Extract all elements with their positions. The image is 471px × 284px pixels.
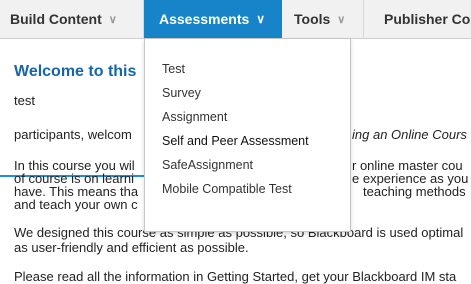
chevron-down-icon: ∨	[256, 12, 266, 26]
participants-line-right: ing an Online Cours	[352, 127, 467, 142]
para3-partial-line: Please read all the information in Getti…	[14, 269, 457, 284]
chevron-down-icon: ∨	[108, 13, 117, 26]
tools-menu-button[interactable]: Tools ∨	[282, 0, 364, 38]
welcome-heading: Welcome to this	[14, 63, 137, 80]
assessments-label: Assessments	[159, 11, 250, 27]
menu-item-survey[interactable]: Survey	[162, 86, 201, 100]
publisher-content-label: Publisher Cor	[384, 11, 471, 27]
assessments-menu-button[interactable]: Assessments ∨	[144, 0, 282, 38]
chevron-down-icon: ∨	[337, 13, 346, 26]
assessments-dropdown-menu: Test Survey Assignment Self and Peer Ass…	[144, 38, 351, 232]
menu-item-test[interactable]: Test	[162, 62, 185, 76]
menu-item-self-and-peer-assessment[interactable]: Self and Peer Assessment	[162, 134, 309, 148]
course-toolbar: Build Content ∨ Assessments ∨ Tools ∨ Pu…	[0, 0, 471, 39]
participants-line-left: participants, welcom	[14, 127, 132, 142]
menu-item-safeassignment[interactable]: SafeAssignment	[162, 158, 253, 172]
para2-line: as user-friendly and efficient as possib…	[14, 240, 249, 255]
build-content-label: Build Content	[10, 11, 102, 27]
para1-line-right: teaching methods	[363, 184, 466, 199]
tools-label: Tools	[294, 11, 331, 27]
build-content-menu-button[interactable]: Build Content ∨	[0, 0, 144, 38]
para1-line-left: and teach your own c	[14, 197, 138, 212]
test-text: test	[14, 93, 35, 108]
publisher-content-menu-button[interactable]: Publisher Cor	[364, 0, 471, 38]
menu-item-mobile-compatible-test[interactable]: Mobile Compatible Test	[162, 182, 292, 196]
menu-item-assignment[interactable]: Assignment	[162, 110, 227, 124]
